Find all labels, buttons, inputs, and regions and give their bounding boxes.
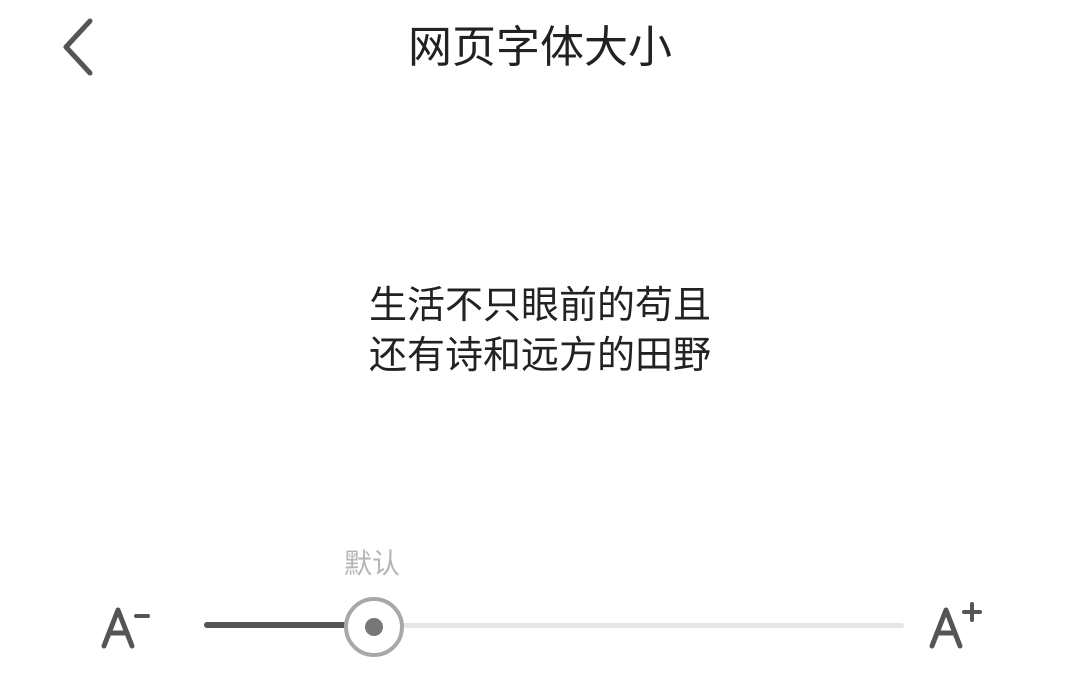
page-title: 网页字体大小 xyxy=(408,22,672,73)
slider-thumb-dot xyxy=(365,618,383,636)
preview-line-1: 生活不只眼前的苟且 xyxy=(368,283,711,327)
font-preview-text: 生活不只眼前的苟且 还有诗和远方的田野 xyxy=(0,280,1080,380)
default-size-label: 默认 xyxy=(343,547,400,580)
font-increase-icon xyxy=(929,602,982,649)
decrease-font-button[interactable] xyxy=(98,602,156,652)
header: 网页字体大小 xyxy=(0,0,1080,100)
increase-font-button[interactable] xyxy=(926,598,986,652)
font-size-settings-screen: 网页字体大小 生活不只眼前的苟且 还有诗和远方的田野 默认 xyxy=(0,0,1080,699)
font-decrease-icon xyxy=(101,607,150,649)
slider-thumb[interactable] xyxy=(344,597,404,657)
font-size-slider[interactable] xyxy=(204,596,904,657)
preview-line-2: 还有诗和远方的田野 xyxy=(368,333,711,377)
